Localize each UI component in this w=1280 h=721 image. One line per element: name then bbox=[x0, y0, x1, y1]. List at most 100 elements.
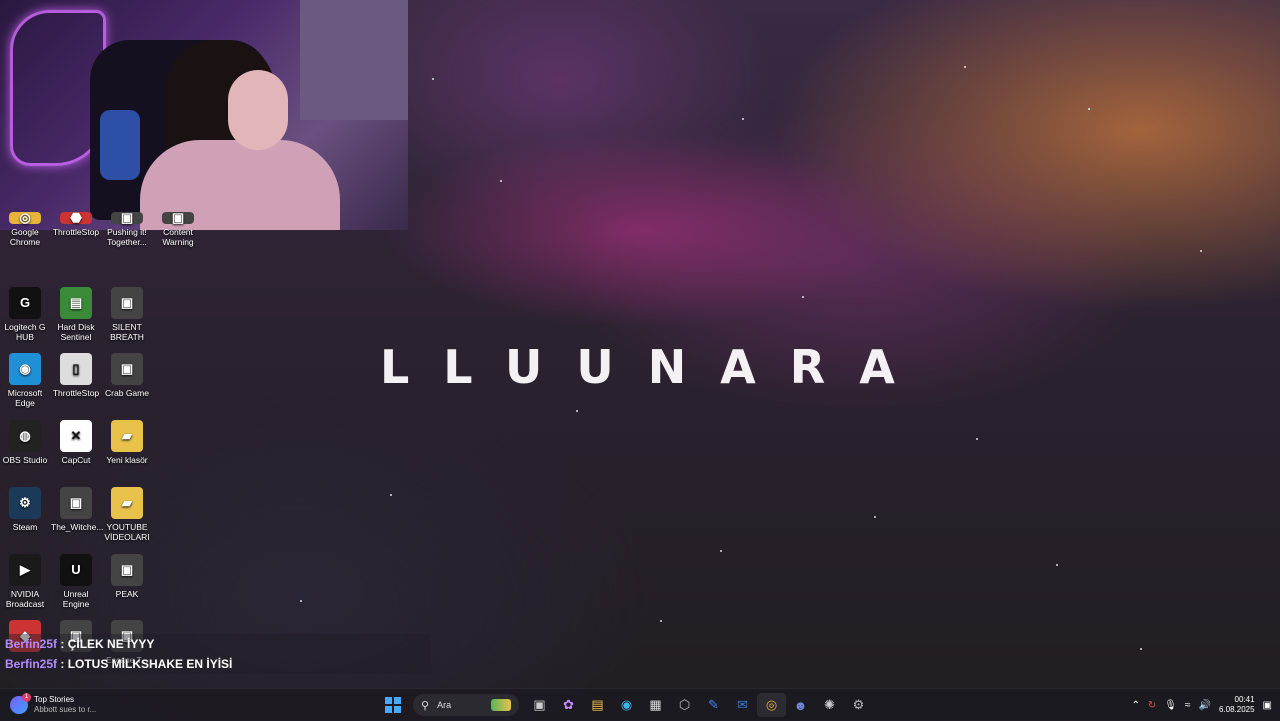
discord-icon: ☻ bbox=[793, 697, 808, 713]
folder-icon: ▰ bbox=[111, 486, 143, 519]
desktop-icon[interactable]: ▣ Content Warning bbox=[153, 211, 203, 247]
taskbar-search[interactable]: ⚲ Ara bbox=[413, 694, 519, 716]
app-button[interactable]: ⬡ bbox=[670, 693, 699, 717]
desktop-icon[interactable]: G Logitech G HUB bbox=[0, 286, 50, 342]
desktop-icon[interactable]: ◍ OBS Studio bbox=[0, 420, 50, 465]
desktop-icon[interactable]: ▣ The_Witche... bbox=[51, 486, 104, 532]
discord-button[interactable]: ☻ bbox=[786, 693, 815, 717]
desktop-icon-label: NVIDIA Broadcast bbox=[5, 588, 45, 609]
wallpaper-wordmark: LLUUNARA bbox=[380, 340, 929, 394]
file-icon: ▯ bbox=[60, 353, 92, 386]
gear-icon: ⚙ bbox=[852, 697, 865, 712]
chevron-up-icon[interactable]: ⌃ bbox=[1132, 700, 1140, 711]
desktop-icon-label: ThrottleStop bbox=[52, 227, 100, 237]
desktop-icon-label: SILENT BREATH bbox=[110, 321, 144, 342]
desktop-icon[interactable]: U Unreal Engine bbox=[51, 553, 101, 609]
desktop-icon[interactable]: ▤ Hard Disk Sentinel bbox=[51, 286, 101, 342]
game-icon: ▣ bbox=[60, 486, 92, 519]
desktop-icon[interactable]: ▣ SILENT BREATH bbox=[102, 286, 152, 342]
nvidia-icon: ▶ bbox=[9, 553, 41, 586]
outlook-icon: ✉ bbox=[737, 697, 748, 712]
obs-icon: ◍ bbox=[9, 420, 41, 453]
desktop-icon[interactable]: ⚙ Steam bbox=[0, 486, 50, 532]
edge-icon: ◉ bbox=[9, 353, 41, 386]
sync-icon[interactable]: ↻ bbox=[1148, 700, 1156, 711]
edge-icon: ◉ bbox=[620, 697, 633, 712]
desktop-icon[interactable]: ▰ Yeni klasör bbox=[102, 420, 152, 465]
folder-icon: ▰ bbox=[111, 420, 143, 453]
chat-separator: : bbox=[57, 657, 68, 671]
news-subtitle: Abbott sues to r... bbox=[34, 705, 97, 714]
steam-icon: ⚙ bbox=[9, 486, 41, 519]
taskbar: 1 Top Stories Abbott sues to r... ⚲ Ara … bbox=[0, 688, 1280, 721]
news-icon: 1 bbox=[10, 693, 31, 714]
desktop-icon[interactable]: ▣ PEAK bbox=[102, 553, 152, 599]
chat-message: Berfin25f : ÇİLEK NE İYYY bbox=[0, 634, 430, 654]
desktop-icon[interactable]: ▰ YOUTUBE VİDEOLARI bbox=[102, 486, 152, 542]
game-icon: ▣ bbox=[111, 286, 143, 319]
desktop-icon[interactable]: ▶ NVIDIA Broadcast bbox=[0, 553, 50, 609]
capcut-icon: ✕ bbox=[60, 420, 92, 453]
file-explorer-button[interactable]: ▤ bbox=[583, 693, 612, 717]
task-view-button[interactable]: ▣ bbox=[525, 693, 554, 717]
desktop-icon-label: The_Witche... bbox=[51, 521, 104, 532]
chat-username: Berfin25f bbox=[5, 657, 58, 671]
desktop-icon-label: Content Warning bbox=[162, 227, 194, 247]
edge-button[interactable]: ◉ bbox=[612, 693, 641, 717]
news-widget[interactable]: 1 Top Stories Abbott sues to r... bbox=[10, 693, 96, 717]
start-button[interactable] bbox=[378, 693, 407, 717]
settings-button[interactable]: ⚙ bbox=[844, 693, 873, 717]
wifi-icon[interactable]: ≈ bbox=[1185, 700, 1191, 711]
desktop-icon[interactable]: ◎ Google Chrome bbox=[0, 211, 50, 247]
notification-icon[interactable]: ▣ bbox=[1263, 700, 1272, 711]
clock[interactable]: 00:41 6.08.2025 bbox=[1219, 695, 1255, 715]
clock-time: 00:41 bbox=[1234, 695, 1255, 704]
desktop-icon-label: Pushing it! Together... bbox=[107, 227, 147, 247]
logitech-icon: G bbox=[9, 286, 41, 319]
pen-icon: ✎ bbox=[708, 697, 719, 712]
desktop-icon-label: PEAK bbox=[115, 588, 139, 599]
outlook-button[interactable]: ✉ bbox=[728, 693, 757, 717]
desktop-icon[interactable]: ▣ Crab Game bbox=[102, 353, 152, 398]
desktop-icon-label: Microsoft Edge bbox=[7, 388, 43, 409]
desktop-icon-label: Unreal Engine bbox=[62, 588, 90, 609]
chrome-icon: ◎ bbox=[765, 697, 778, 712]
desktop-icon[interactable]: ✕ CapCut bbox=[51, 420, 101, 465]
store-button[interactable]: ▦ bbox=[641, 693, 670, 717]
unreal-icon: U bbox=[60, 553, 92, 586]
windows-icon bbox=[384, 697, 401, 713]
desktop-icon[interactable]: ◉ Microsoft Edge bbox=[0, 353, 50, 408]
desktop-icon-label: YOUTUBE VİDEOLARI bbox=[104, 521, 150, 542]
chat-username: Berfin25f bbox=[5, 637, 58, 651]
task-view-icon: ▣ bbox=[533, 697, 546, 712]
microphone-icon[interactable]: 🎙 bbox=[1164, 700, 1177, 711]
throttlestop-icon: ⬣ bbox=[60, 211, 92, 224]
search-placeholder: Ara bbox=[437, 700, 452, 710]
folder-icon: ▤ bbox=[591, 697, 604, 712]
desktop-icon[interactable]: ⬣ ThrottleStop bbox=[51, 211, 101, 237]
volume-icon[interactable]: 🔊 bbox=[1199, 700, 1211, 711]
system-tray: ⌃ ↻ 🎙 ≈ 🔊 00:41 6.08.2025 ▣ bbox=[1132, 693, 1272, 717]
desktop-icon-label: Hard Disk Sentinel bbox=[57, 321, 95, 342]
desktop-icon-label: Steam bbox=[12, 521, 38, 532]
steam-like-icon: ✺ bbox=[824, 697, 835, 712]
game-icon: ▣ bbox=[162, 211, 194, 224]
chat-text: ÇİLEK NE İYYY bbox=[67, 637, 155, 651]
hexagon-icon: ⬡ bbox=[678, 697, 691, 712]
desktop-icon[interactable]: ▯ ThrottleStop bbox=[51, 353, 101, 398]
chrome-button[interactable]: ◎ bbox=[757, 693, 786, 717]
app-button[interactable]: ✎ bbox=[699, 693, 728, 717]
app-button[interactable]: ✺ bbox=[815, 693, 844, 717]
copilot-button[interactable]: ✿ bbox=[554, 693, 583, 717]
game-icon: ▣ bbox=[111, 353, 143, 386]
webcam-overlay bbox=[0, 0, 408, 230]
search-highlight-icon bbox=[491, 699, 511, 711]
game-icon: ▣ bbox=[111, 553, 143, 586]
desktop-icon[interactable]: ▣ Pushing it! Together... bbox=[102, 211, 152, 247]
copilot-icon: ✿ bbox=[563, 697, 574, 712]
desktop-icon-label: Google Chrome bbox=[9, 227, 41, 247]
desktop-icon-label: OBS Studio bbox=[2, 455, 48, 466]
news-badge: 1 bbox=[22, 693, 31, 702]
stream-chat-overlay: Berfin25f : ÇİLEK NE İYYY Berfin25f : LO… bbox=[0, 634, 430, 674]
desktop-icon-label: Yeni klasör bbox=[106, 455, 148, 466]
